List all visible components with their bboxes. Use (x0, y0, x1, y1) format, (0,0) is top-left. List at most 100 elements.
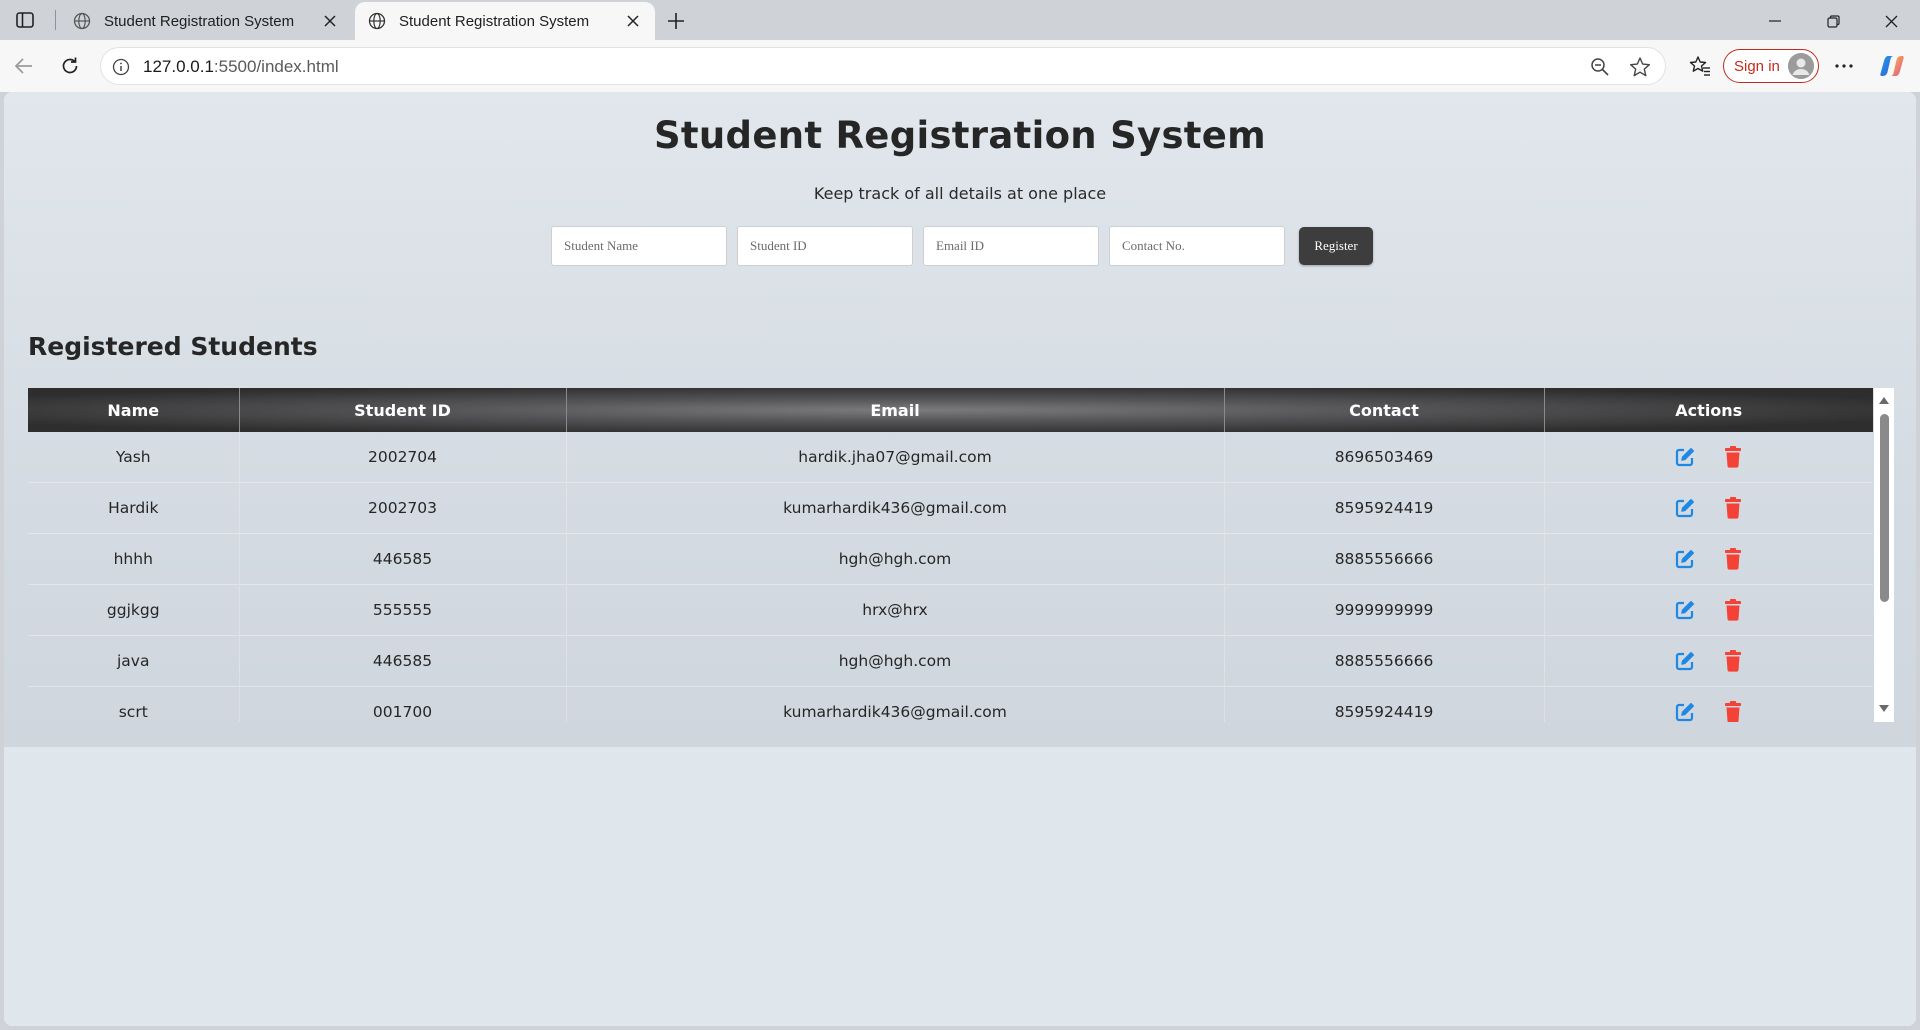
sign-in-label: Sign in (1734, 57, 1780, 75)
site-info-icon[interactable] (111, 57, 131, 77)
cell-student-id: 001700 (239, 686, 567, 722)
favorites-icon[interactable] (1686, 52, 1714, 80)
student-name-input[interactable] (551, 226, 727, 266)
sign-in-button[interactable]: Sign in (1723, 49, 1819, 83)
column-header-contact: Contact (1224, 388, 1545, 432)
new-tab-icon[interactable] (662, 7, 690, 35)
cell-name: scrt (28, 686, 240, 722)
register-button[interactable]: Register (1299, 227, 1373, 265)
page-subtitle: Keep track of all details at one place (813, 184, 1107, 203)
cell-email: hardik.jha07@gmail.com (566, 432, 1225, 483)
cell-student-id: 446585 (239, 533, 567, 585)
actions-group (1545, 432, 1874, 482)
cell-email: hrx@hrx (566, 584, 1225, 636)
table-row: scrt 001700 kumarhardik436@gmail.com 859592… (28, 686, 1874, 722)
cell-student-id: 555555 (239, 584, 567, 636)
tab-inactive[interactable]: Student Registration System (60, 2, 352, 40)
app-container: Student Registration System Keep track o… (4, 92, 1916, 747)
page-viewport: Student Registration System Keep track o… (4, 92, 1916, 1026)
edit-icon[interactable] (1672, 495, 1698, 521)
url-host: 127.0.0.1 (143, 57, 214, 76)
cell-actions (1544, 585, 1873, 636)
actions-group (1545, 687, 1874, 722)
table-row: Hardik 2002703 kumarhardik436@gmail.com 859… (28, 482, 1873, 534)
cell-contact: 8885556666 (1224, 533, 1545, 585)
cell-contact: 8885556666 (1224, 635, 1545, 687)
cell-student-id: 2002704 (239, 432, 567, 483)
cell-name: ggjkgg (28, 584, 240, 636)
trash-icon[interactable] (1720, 495, 1746, 521)
cell-actions (1544, 483, 1873, 534)
trash-icon[interactable] (1720, 699, 1746, 722)
url-path: :5500/index.html (213, 57, 339, 76)
cell-actions (1544, 534, 1873, 585)
url-text[interactable]: 127.0.0.1:5500/index.html (143, 57, 339, 77)
trash-icon[interactable] (1720, 597, 1746, 623)
contact-input[interactable] (1109, 226, 1285, 266)
page-title: Student Registration System (653, 114, 1267, 157)
student-id-input[interactable] (737, 226, 913, 266)
table-header-row: Name Student ID Email Contact Actions (28, 388, 1873, 432)
actions-group (1545, 636, 1874, 686)
table-scrollbar[interactable] (1874, 388, 1894, 722)
window-close-icon[interactable] (1868, 6, 1914, 36)
address-bar[interactable]: 127.0.0.1:5500/index.html (100, 47, 1666, 85)
actions-group (1545, 483, 1874, 533)
edit-icon[interactable] (1672, 546, 1698, 572)
zoom-out-icon[interactable] (1589, 56, 1611, 78)
minimize-icon[interactable] (1752, 6, 1798, 36)
cell-contact: 8696503469 (1224, 432, 1545, 483)
scroll-down-arrow-icon[interactable] (1874, 702, 1894, 714)
cell-email: kumarhardik436@gmail.com (566, 482, 1225, 534)
trash-icon[interactable] (1720, 444, 1746, 470)
tab-divider (55, 10, 56, 30)
copilot-icon[interactable] (1876, 50, 1908, 82)
edit-icon[interactable] (1672, 444, 1698, 470)
cell-student-id: 2002703 (239, 482, 567, 534)
table-row: Yash 2002704 hardik.jha07@gmail.com 8696503… (28, 432, 1873, 483)
back-arrow-icon[interactable] (8, 50, 40, 82)
cell-email: hgh@hgh.com (566, 533, 1225, 585)
tab-title: Student Registration System (399, 12, 590, 30)
star-icon[interactable] (1629, 56, 1651, 78)
cell-name: Yash (28, 432, 240, 483)
email-input[interactable] (923, 226, 1099, 266)
trash-icon[interactable] (1720, 648, 1746, 674)
cell-student-id: 446585 (239, 635, 567, 687)
table-row: hhhh 446585 hgh@hgh.com 8885556666 (28, 533, 1873, 585)
trash-icon[interactable] (1720, 546, 1746, 572)
cell-actions (1544, 432, 1873, 483)
browser-tabbar: Student Registration System Student Regi… (0, 0, 1920, 40)
close-tab-icon[interactable] (621, 9, 645, 33)
table-row: ggjkgg 555555 hrx@hrx 9999999999 (28, 584, 1873, 636)
edit-icon[interactable] (1672, 648, 1698, 674)
scrollbar-thumb[interactable] (1880, 414, 1889, 602)
column-header-actions: Actions (1675, 400, 1743, 420)
reload-icon[interactable] (54, 50, 86, 82)
students-table-body: Yash 2002704 hardik.jha07@gmail.com 8696503… (28, 432, 1873, 722)
cell-name: hhhh (28, 533, 240, 585)
cell-email: kumarhardik436@gmail.com (566, 686, 1225, 722)
column-header-name: Name (28, 388, 240, 432)
globe-icon (72, 11, 92, 31)
cell-actions (1544, 636, 1873, 687)
cell-contact: 8595924419 (1224, 686, 1545, 722)
cell-name: Hardik (28, 482, 240, 534)
column-header-email: Email (566, 388, 1225, 432)
registered-students-heading: Registered Students (28, 332, 318, 361)
close-tab-icon[interactable] (318, 9, 342, 33)
cell-contact: 9999999999 (1224, 584, 1545, 636)
edit-icon[interactable] (1672, 699, 1698, 722)
column-header-student-id: Student ID (239, 388, 567, 432)
tab-active[interactable]: Student Registration System (355, 2, 655, 40)
more-options-icon[interactable] (1830, 52, 1858, 80)
edit-icon[interactable] (1672, 597, 1698, 623)
actions-group (1545, 534, 1874, 584)
tab-title: Student Registration System (104, 12, 295, 30)
globe-icon (367, 11, 387, 31)
restore-icon[interactable] (1810, 6, 1856, 36)
cell-actions (1544, 687, 1874, 722)
students-table: Name Student ID Email Contact Actions Ya… (28, 388, 1873, 722)
tab-actions-icon[interactable] (12, 8, 38, 32)
scroll-up-arrow-icon[interactable] (1874, 394, 1894, 406)
